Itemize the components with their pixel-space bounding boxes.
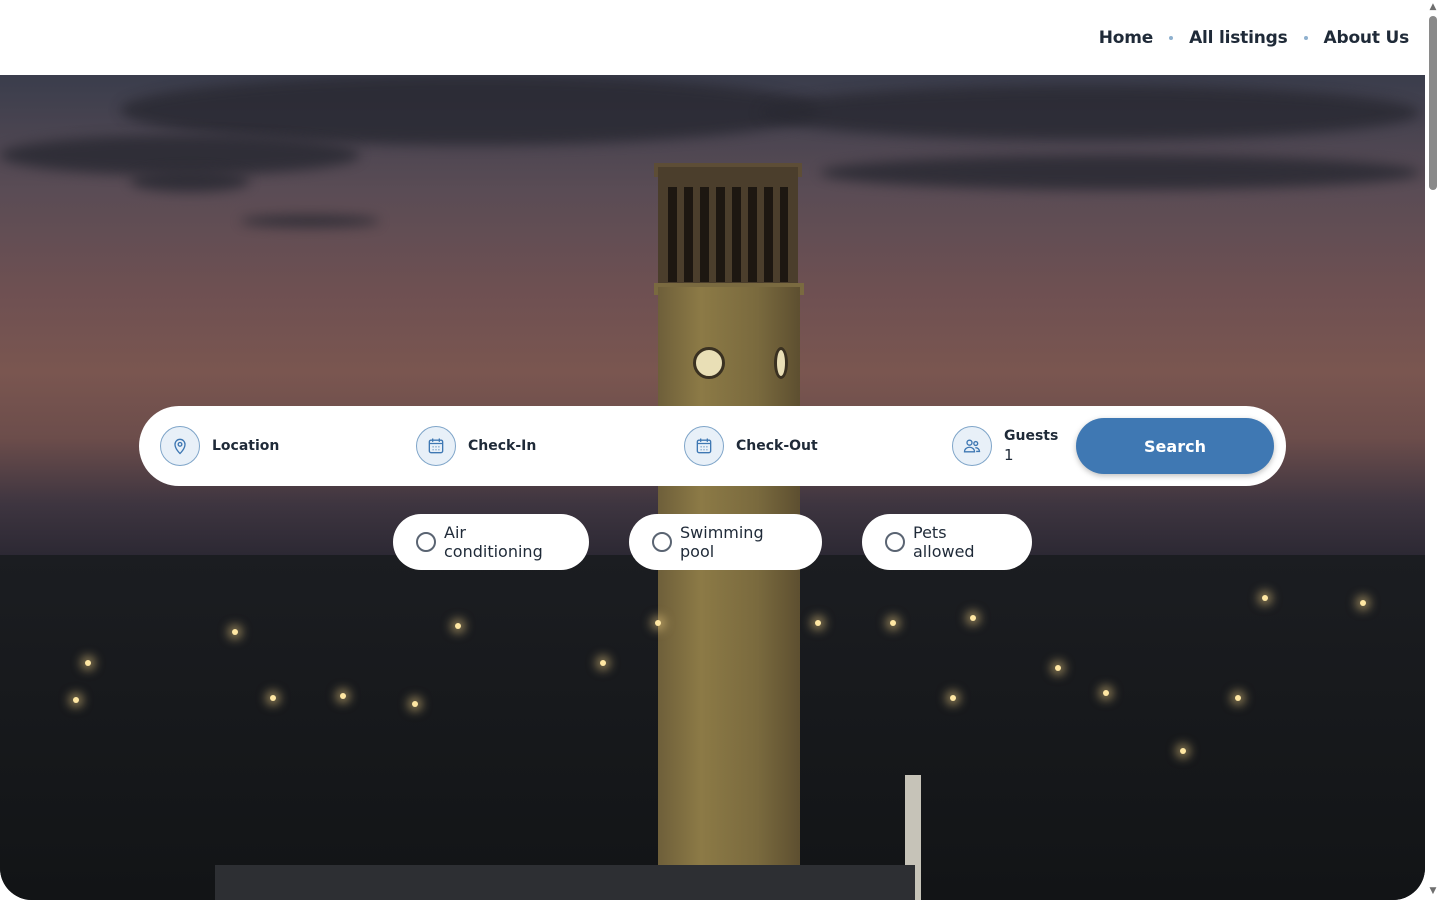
check-in-label: Check-In	[468, 438, 537, 454]
radio-icon[interactable]	[652, 532, 672, 552]
scrollbar-thumb[interactable]	[1429, 16, 1437, 190]
guests-label: Guests	[1004, 428, 1059, 444]
main-nav: Home All listings About Us	[1099, 28, 1409, 48]
nav-home-link[interactable]: Home	[1099, 28, 1154, 48]
filter-pets-allowed[interactable]: Pets allowed	[862, 514, 1032, 570]
radio-icon[interactable]	[885, 532, 905, 552]
nav-all-listings-link[interactable]: All listings	[1189, 28, 1288, 48]
filter-label: Pets allowed	[913, 523, 975, 561]
guests-count: 1	[1004, 446, 1014, 464]
check-in-field[interactable]: Check-In	[416, 418, 684, 474]
scroll-up-icon[interactable]: ▲	[1428, 2, 1438, 12]
check-out-field[interactable]: Check-Out	[684, 418, 952, 474]
filter-label: Swimming pool	[680, 523, 764, 561]
guests-field[interactable]: Guests 1	[952, 418, 1076, 474]
nav-separator	[1303, 35, 1308, 40]
calendar-icon	[684, 426, 724, 466]
filter-swimming-pool[interactable]: Swimming pool	[629, 514, 822, 570]
scroll-down-icon[interactable]: ▼	[1428, 886, 1438, 896]
top-header: Home All listings About Us	[0, 0, 1425, 75]
map-pin-icon	[160, 426, 200, 466]
users-icon	[952, 426, 992, 466]
nav-about-us-link[interactable]: About Us	[1324, 28, 1410, 48]
filter-label: Air conditioning	[444, 523, 543, 561]
search-button[interactable]: Search	[1076, 418, 1274, 474]
hero-background-image	[0, 75, 1425, 900]
search-bar: Location Check-In Check-Out Guests 1 Sea…	[139, 406, 1286, 486]
calendar-icon	[416, 426, 456, 466]
radio-icon[interactable]	[416, 532, 436, 552]
nav-separator	[1169, 35, 1174, 40]
page: Home All listings About Us Location Chec…	[0, 0, 1440, 900]
location-label: Location	[212, 438, 280, 454]
filter-air-conditioning[interactable]: Air conditioning	[393, 514, 589, 570]
location-field[interactable]: Location	[160, 418, 416, 474]
check-out-label: Check-Out	[736, 438, 818, 454]
